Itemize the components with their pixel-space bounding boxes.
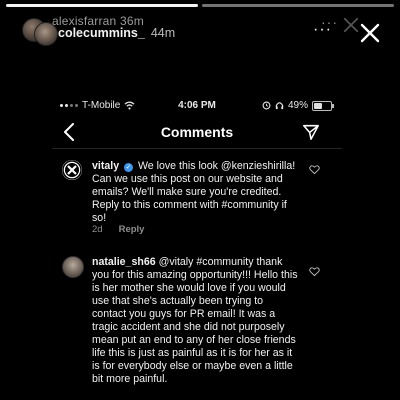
battery-percent: 49% bbox=[287, 100, 308, 111]
alarm-icon bbox=[262, 101, 271, 110]
headphones-icon bbox=[275, 102, 284, 110]
comment-meta: 2d Reply bbox=[92, 224, 144, 235]
comment-text: We love this look @kenzieshirilla! Can w… bbox=[92, 160, 296, 224]
story-header: alexisfarran 36m colecummins_ 44m ··· ··· bbox=[0, 8, 400, 46]
comment-username[interactable]: natalie_sh66 bbox=[92, 256, 156, 268]
status-bar: T-Mobile 4:06 PM 49% bbox=[52, 98, 342, 114]
comment-body: vitaly ✓ We love this look @kenzieshiril… bbox=[92, 160, 300, 225]
battery-icon bbox=[312, 100, 334, 111]
heart-icon[interactable] bbox=[309, 164, 320, 175]
previous-close-icon bbox=[343, 17, 359, 33]
progress-segment-active bbox=[6, 4, 198, 7]
heart-icon[interactable] bbox=[309, 266, 320, 277]
comments-nav-bar: Comments bbox=[52, 118, 342, 150]
progress-segment bbox=[202, 4, 394, 7]
story-user-line[interactable]: colecummins_ 44m bbox=[58, 26, 175, 40]
story-time: 44m bbox=[150, 26, 176, 40]
avatar[interactable] bbox=[62, 256, 84, 278]
divider bbox=[52, 148, 342, 149]
close-icon[interactable] bbox=[360, 23, 380, 43]
vitaly-logo-avatar[interactable] bbox=[62, 160, 82, 180]
verified-badge-icon: ✓ bbox=[124, 163, 134, 172]
reply-button[interactable]: Reply bbox=[119, 224, 145, 235]
story-username[interactable]: colecummins_ bbox=[58, 26, 145, 40]
comment-body: natalie_sh66 @vitaly #community thank yo… bbox=[92, 256, 300, 386]
comment-text: @vitaly #community thank you for this am… bbox=[92, 256, 298, 385]
comment-age: 2d bbox=[92, 224, 103, 235]
page-title: Comments bbox=[160, 124, 234, 140]
status-right: 49% bbox=[262, 100, 334, 111]
shared-screenshot: T-Mobile 4:06 PM 49% Comments vitaly ✓ W… bbox=[52, 92, 342, 400]
more-options-button[interactable]: ··· bbox=[313, 22, 332, 38]
send-icon[interactable] bbox=[302, 123, 320, 141]
story-progress-bar bbox=[6, 4, 394, 7]
comment-username[interactable]: vitaly bbox=[92, 160, 119, 172]
